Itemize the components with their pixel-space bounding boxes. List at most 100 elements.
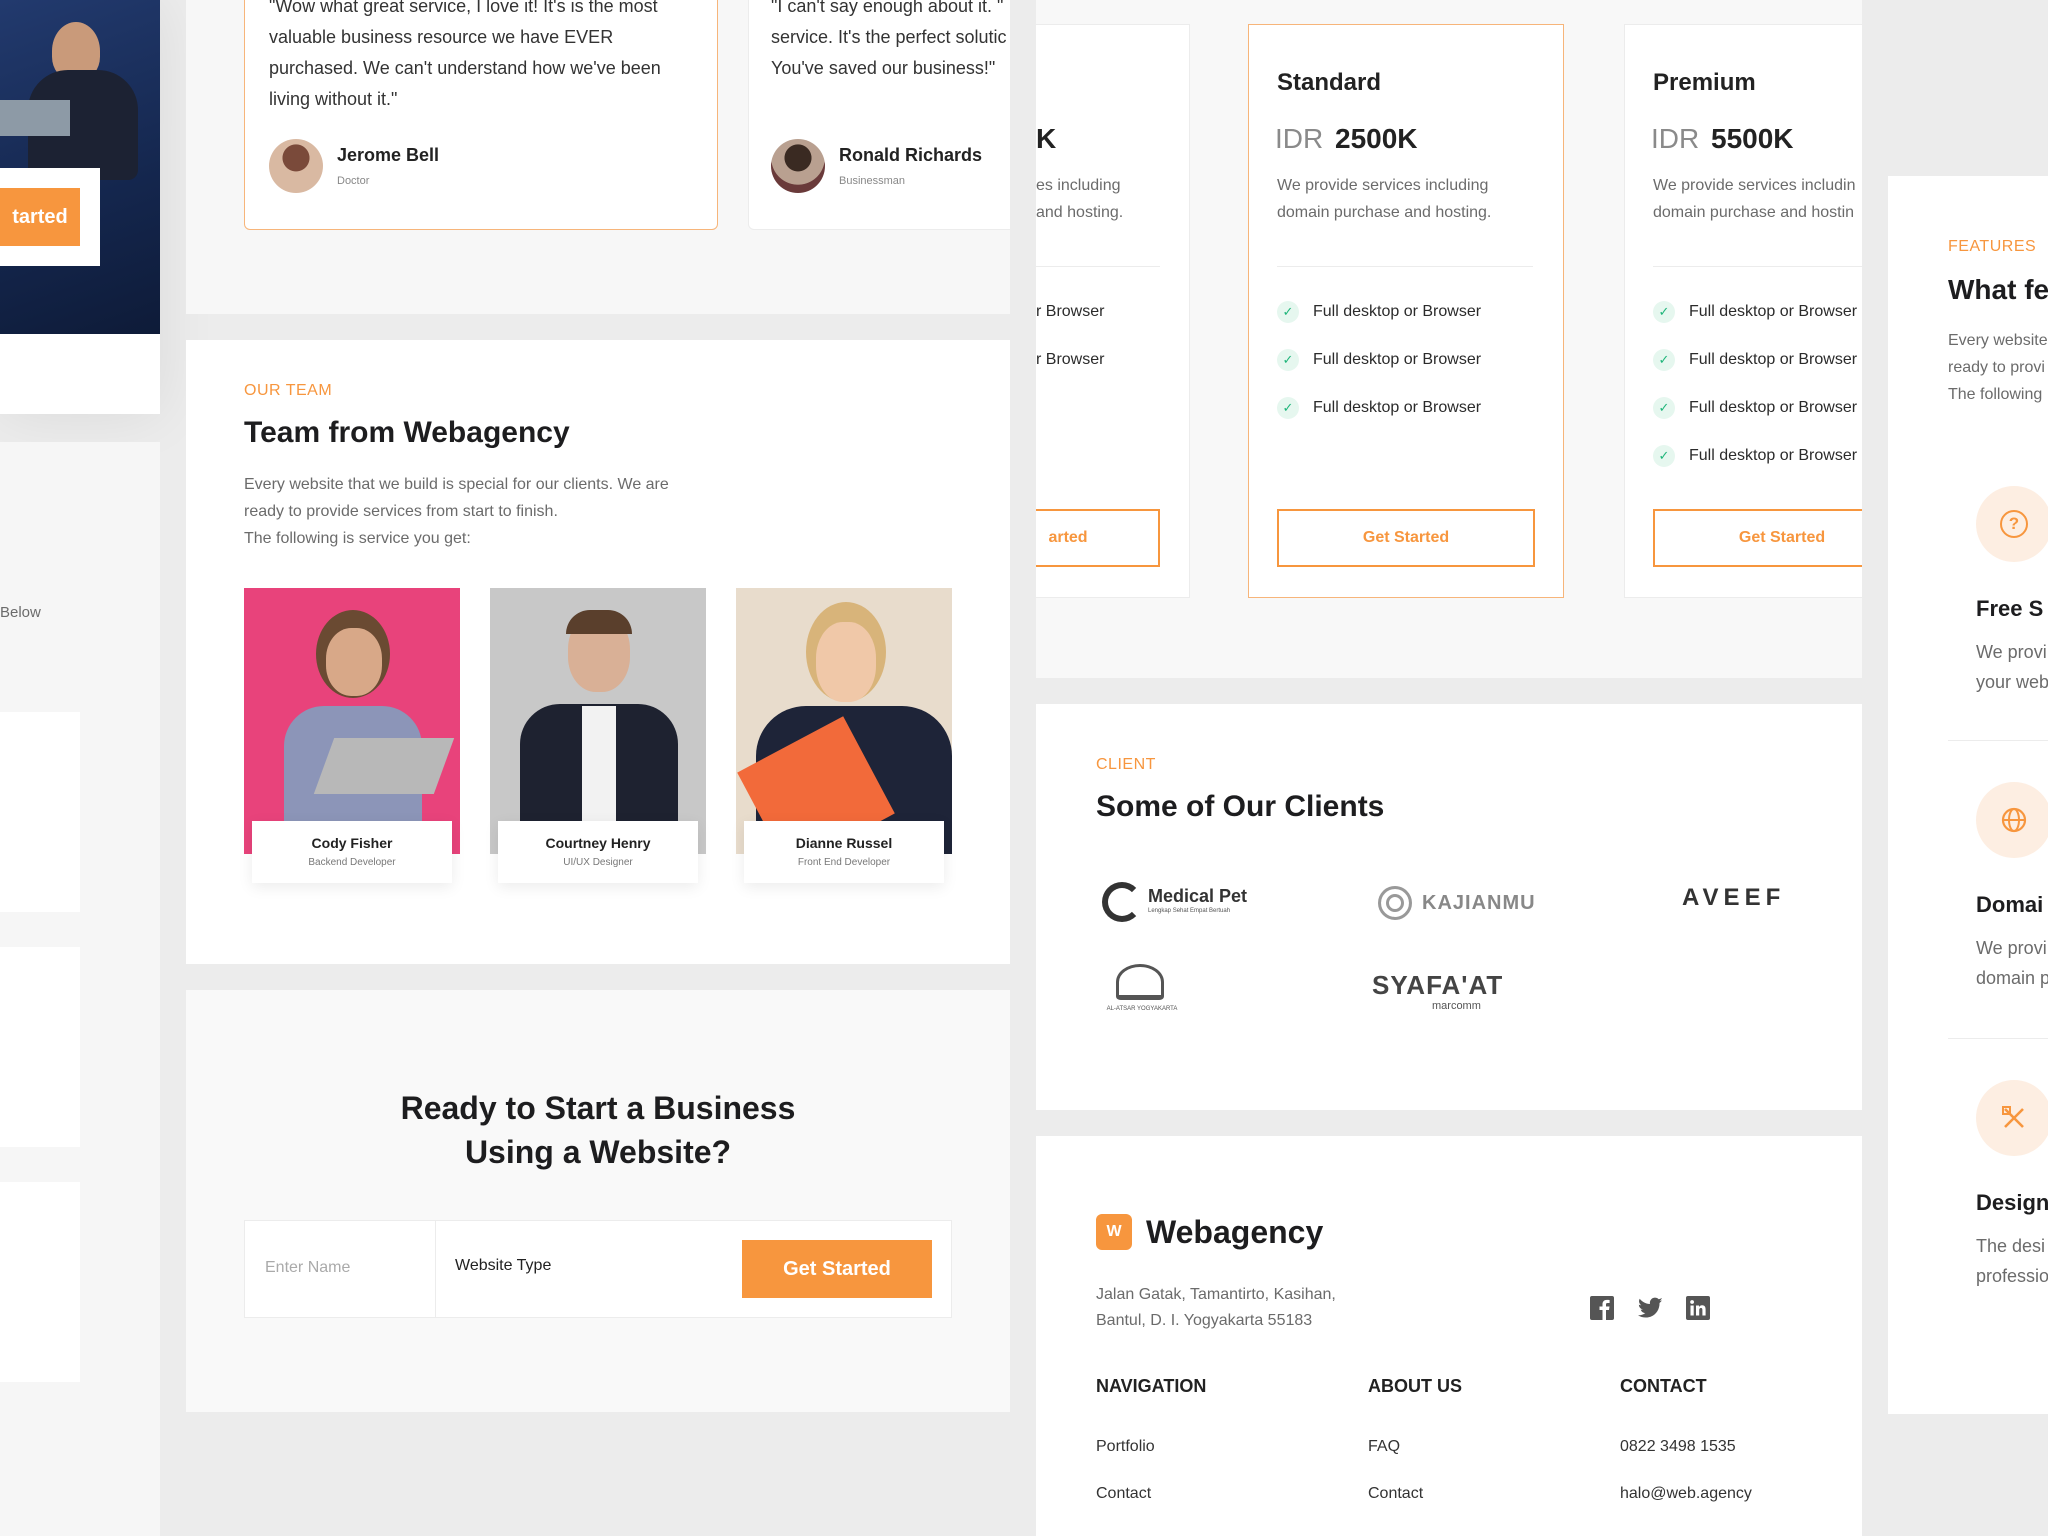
left-strip-panel: Below [0, 442, 160, 1536]
get-started-button[interactable]: Get Started [742, 1240, 932, 1298]
plan-currency: IDR [1651, 123, 1700, 154]
plan-feature: Full desktop or Browser [1689, 351, 1858, 368]
team-desc-3: The following is service you get: [244, 530, 471, 547]
client-logo-al-atsar: AL-ATSAR YOGYAKARTA [1102, 960, 1182, 1020]
testimonial-role: Doctor [337, 175, 370, 187]
team-title: Team from Webagency [244, 416, 570, 449]
left-strip-text: Below [0, 604, 41, 621]
footer-address-1: Jalan Gatak, Tamantirto, Kasihan, [1096, 1286, 1336, 1303]
plan-desc-1: es including [1036, 177, 1121, 194]
logo-subtext: marcomm [1432, 1000, 1481, 1012]
footer-address-2: Bantul, D. I. Yogyakarta 55183 [1096, 1312, 1313, 1329]
client-logo-syafaat: SYAFA'AT marcomm [1372, 970, 1502, 1018]
plan-feature: r Browser [1036, 351, 1105, 368]
plan-price: 5500K [1711, 123, 1794, 154]
left-card-1 [0, 712, 80, 912]
testimonial-card: "Wow what great service, I love it! It's… [244, 0, 718, 230]
brand-logo-mark: W [1096, 1214, 1132, 1250]
footer-phone[interactable]: 0822 3498 1535 [1620, 1438, 1736, 1456]
hero-photo [0, 0, 160, 334]
features-eyebrow: FEATURES [1948, 238, 2037, 255]
logo-text: Medical Pet [1148, 886, 1248, 906]
cta-panel: Ready to Start a Business Using a Websit… [186, 990, 1010, 1412]
footer-link-contact[interactable]: Contact [1096, 1485, 1151, 1503]
website-type-select[interactable]: Website Type [455, 1257, 655, 1281]
kajianmu-icon [1378, 886, 1412, 920]
plan-get-started-button[interactable]: arted [1036, 509, 1160, 567]
cta-title-2: Using a Website? [464, 1134, 732, 1170]
features-title: What fe [1948, 274, 2048, 305]
feature-title: Free S [1976, 596, 2044, 621]
testimonial-name: Jerome Bell [337, 145, 440, 165]
logo-subtext: Lengkap Sehat Empat Bertuah [1148, 908, 1231, 914]
help-icon: ? [1976, 486, 2048, 562]
feature-desc-1: We provi [1976, 938, 2047, 958]
plan-desc-2: domain purchase and hosting. [1277, 204, 1492, 221]
price-fragment: K [1036, 123, 1057, 154]
check-icon: ✓ [1277, 349, 1299, 371]
testimonial-quote-line-3: You've saved our business!" [771, 58, 996, 78]
linkedin-icon[interactable] [1686, 1296, 1710, 1320]
client-logo-medical-pet: Medical Pet Lengkap Sehat Empat Bertuah [1102, 880, 1252, 924]
plan-feature: Full desktop or Browser [1689, 447, 1858, 464]
logo-text: SYAFA'AT [1372, 970, 1504, 1000]
pricing-card-standard: Standard IDR 2500K We provide services i… [1248, 24, 1564, 598]
left-card-2 [0, 947, 80, 1147]
plan-feature: Full desktop or Browser [1689, 303, 1858, 320]
plan-feature: Full desktop or Browser [1689, 399, 1858, 416]
brand-name: Webagency [1146, 1214, 1324, 1250]
check-icon: ✓ [1653, 349, 1675, 371]
plan-name: Standard [1277, 69, 1382, 96]
feature-desc-2: your web [1976, 672, 2048, 692]
footer-email[interactable]: halo@web.agency [1620, 1485, 1752, 1503]
feature-desc-2: professio [1976, 1266, 2048, 1286]
footer-col-contact-title: CONTACT [1620, 1376, 1707, 1396]
footer-link-portfolio[interactable]: Portfolio [1096, 1438, 1155, 1456]
team-panel: OUR TEAM Team from Webagency Every websi… [186, 340, 1010, 964]
clients-title: Some of Our Clients [1096, 790, 1385, 823]
clients-eyebrow: CLIENT [1096, 756, 1156, 773]
features-desc-3: The following [1948, 386, 2043, 403]
name-input[interactable]: Enter Name [265, 1259, 350, 1277]
avatar [269, 139, 323, 193]
testimonial-card: "I can't say enough about it. " service.… [748, 0, 1010, 230]
footer-col-navigation-title: NAVIGATION [1096, 1376, 1207, 1396]
team-eyebrow: OUR TEAM [244, 382, 333, 399]
pricing-panel: K es including and hosting. r Browser r … [1036, 0, 1862, 678]
feature-desc-2: domain p [1976, 968, 2048, 988]
footer-panel: W Webagency Jalan Gatak, Tamantirto, Kas… [1036, 1136, 1862, 1536]
team-photo-courtney [490, 588, 706, 854]
avatar [771, 139, 825, 193]
medical-pet-icon [1102, 882, 1142, 922]
check-icon: ✓ [1653, 445, 1675, 467]
left-card-3 [0, 1182, 80, 1382]
footer-link-contact[interactable]: Contact [1368, 1485, 1423, 1503]
lotus-icon [1116, 964, 1164, 1000]
team-card-courtney: Courtney Henry UI/UX Designer [498, 821, 698, 883]
client-logo-aveef: AVEEF [1682, 884, 1786, 911]
pricing-card-basic: K es including and hosting. r Browser r … [1036, 24, 1190, 598]
plan-get-started-button[interactable]: Get Started [1277, 509, 1535, 567]
testimonial-quote-line-1: "I can't say enough about it. " [771, 0, 1004, 16]
plan-get-started-button[interactable]: Get Started [1653, 509, 1862, 567]
testimonial-role: Businessman [839, 175, 906, 187]
design-tools-icon [1976, 1080, 2048, 1156]
check-icon: ✓ [1653, 301, 1675, 323]
facebook-icon[interactable] [1590, 1296, 1614, 1320]
check-icon: ✓ [1277, 397, 1299, 419]
website-type-value: Website Type [455, 1257, 552, 1274]
client-logo-kajianmu: KAJIANMU [1378, 880, 1538, 924]
team-card-cody: Cody Fisher Backend Developer [252, 821, 452, 883]
pricing-card-premium: Premium IDR 5500K We provide services in… [1624, 24, 1862, 598]
hero-get-started-button[interactable]: tarted [0, 188, 80, 246]
hero-laptop [0, 100, 70, 136]
plan-feature: Full desktop or Browser [1313, 399, 1482, 416]
cta-title-1: Ready to Start a Business [400, 1090, 796, 1126]
team-photo-dianne [736, 588, 952, 854]
check-icon: ✓ [1277, 301, 1299, 323]
footer-link-faq[interactable]: FAQ [1368, 1438, 1400, 1456]
globe-icon [1976, 782, 2048, 858]
team-desc-1: Every website that we build is special f… [244, 476, 669, 493]
twitter-icon[interactable] [1638, 1297, 1662, 1319]
team-member-role: UI/UX Designer [563, 857, 633, 868]
